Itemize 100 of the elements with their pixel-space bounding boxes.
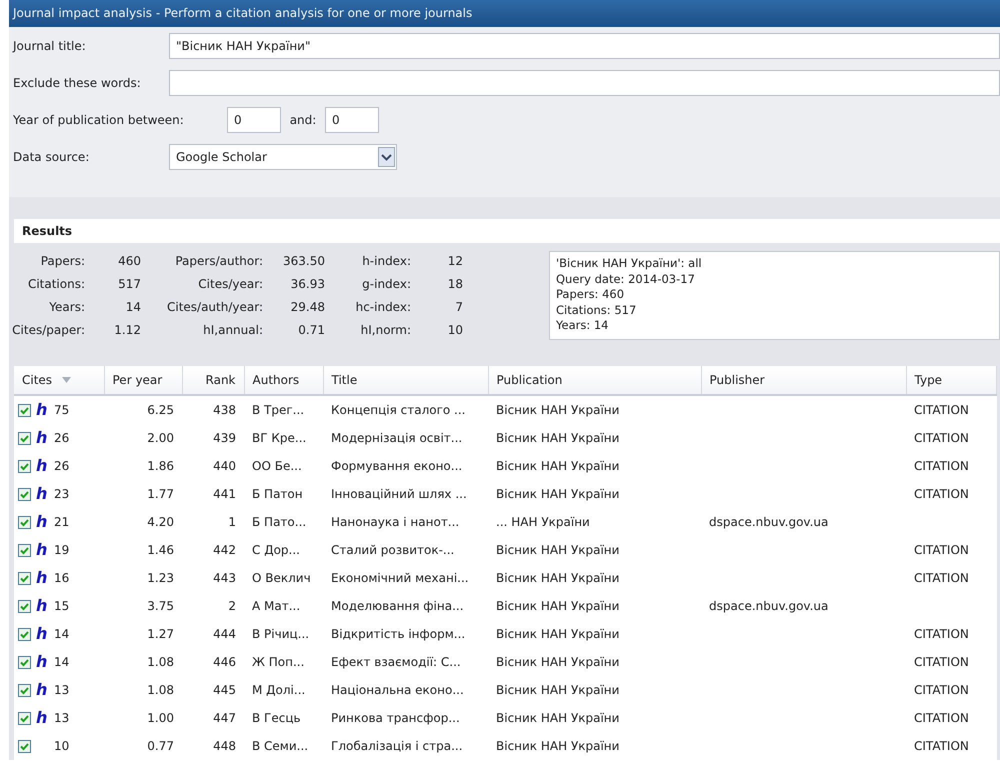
row-checkbox[interactable] — [18, 600, 31, 612]
table-cell: 14 — [54, 655, 70, 669]
exclude-words-field[interactable] — [169, 70, 1000, 96]
table-cell: CITATION — [914, 571, 969, 585]
column-header[interactable]: Cites — [14, 366, 104, 395]
summary-line: Papers: 460 — [556, 287, 626, 302]
table-cell: В Семи... — [252, 739, 308, 753]
h-core-marker: h — [36, 540, 48, 559]
summary-line: 'Вісник НАН України': all — [556, 256, 703, 272]
column-header[interactable]: Publication — [488, 366, 701, 395]
table-cell: ... НАН України — [496, 515, 590, 529]
stat-value: 0.71 — [297, 323, 325, 339]
table-cell: 15 — [54, 599, 70, 613]
year-from-field[interactable]: 0 — [227, 106, 281, 132]
table-cell: Ж Поп... — [252, 655, 304, 669]
row-checkbox[interactable] — [18, 656, 31, 668]
row-checkbox[interactable] — [18, 740, 31, 752]
table-cell: 448 — [213, 739, 236, 753]
table-cell: ВГ Кре... — [252, 431, 306, 445]
row-checkbox[interactable] — [18, 684, 31, 696]
h-core-marker: h — [36, 596, 48, 615]
table-cell: Національна еконо... — [331, 683, 464, 697]
row-checkbox[interactable] — [18, 628, 31, 640]
data-source-dropdown[interactable]: Google Scholar — [169, 144, 397, 170]
column-header[interactable]: Type — [906, 366, 996, 395]
table-cell: С Дор... — [252, 543, 300, 557]
table-cell: ОО Бе... — [252, 459, 302, 473]
table-cell: 2.00 — [147, 431, 174, 445]
table-cell: Б Пато... — [252, 515, 306, 529]
column-header[interactable]: Authors — [244, 366, 323, 395]
table-cell: Ефект взаємодії: С... — [331, 655, 461, 669]
row-checkbox[interactable] — [18, 544, 31, 556]
column-header[interactable]: Per year — [104, 366, 182, 395]
year-to-field[interactable]: 0 — [325, 106, 379, 132]
column-header[interactable]: Title — [323, 366, 488, 395]
field-label: Year of publication between: — [12, 112, 185, 126]
table-cell: Відкритість інформ... — [331, 627, 466, 641]
table-cell: CITATION — [914, 431, 969, 445]
table-cell: 4.20 — [147, 515, 174, 529]
stat-value: 460 — [117, 254, 141, 270]
stat-label: Years: — [48, 300, 85, 316]
stat-label: Papers/author: — [174, 254, 263, 270]
h-core-marker: h — [36, 680, 48, 699]
h-core-marker: h — [36, 568, 48, 587]
table-cell: О Веклич — [252, 571, 311, 585]
table-cell: 26 — [54, 431, 70, 445]
table-cell: CITATION — [914, 655, 969, 669]
stat-value: 1.12 — [113, 323, 141, 339]
table-cell: Глобалізація і стра... — [331, 739, 463, 753]
table-cell: Формування еконо... — [331, 459, 462, 473]
table-cell: Ринкова трансфор... — [331, 711, 460, 725]
row-checkbox[interactable] — [18, 404, 31, 416]
stat-value: 10 — [446, 323, 463, 339]
table-cell: Вісник НАН України — [496, 459, 620, 473]
table-cell: 444 — [213, 627, 236, 641]
table-cell: CITATION — [914, 487, 969, 501]
stat-label: hI,norm: — [360, 323, 411, 339]
table-cell: 1.27 — [147, 627, 174, 641]
h-core-marker: h — [36, 484, 48, 503]
table-cell: 443 — [213, 571, 236, 585]
table-cell: Сталий розвиток-... — [331, 543, 454, 557]
stat-value: 36.93 — [290, 277, 325, 293]
table-cell: Вісник НАН України — [496, 627, 620, 641]
stat-value: 18 — [446, 277, 463, 293]
row-checkbox[interactable] — [18, 712, 31, 724]
row-checkbox[interactable] — [18, 432, 31, 444]
row-checkbox[interactable] — [18, 516, 31, 528]
stat-label: g-index: — [361, 277, 411, 293]
table-cell: Вісник НАН України — [496, 543, 620, 557]
table-cell: CITATION — [914, 627, 969, 641]
stat-label: Cites/year: — [197, 277, 263, 293]
table-cell: Вісник НАН України — [496, 571, 620, 585]
row-checkbox[interactable] — [18, 488, 31, 500]
table-cell: Вісник НАН України — [496, 599, 620, 613]
table-cell: CITATION — [914, 683, 969, 697]
journal-title-field[interactable]: "Вісник НАН України" — [169, 32, 1000, 58]
stat-label: Cites/auth/year: — [166, 300, 263, 316]
stat-label: Citations: — [26, 277, 85, 293]
stat-value: 517 — [117, 277, 141, 293]
table-cell: 1.23 — [147, 571, 174, 585]
h-core-marker: h — [36, 400, 48, 419]
table-cell: CITATION — [914, 543, 969, 557]
table-cell: В Річиц... — [252, 627, 310, 641]
table-cell: Б Патон — [252, 487, 303, 501]
table-cell: CITATION — [914, 403, 969, 417]
table-cell: dspace.nbuv.gov.ua — [709, 599, 828, 613]
field-label: Exclude these words: — [12, 76, 142, 90]
table-cell: М Долі... — [252, 683, 306, 697]
field-label: Data source: — [12, 150, 90, 164]
stat-value: 7 — [454, 300, 463, 316]
window-title: Journal impact analysis - Perform a citation analysis for one or more journals — [9, 0, 1000, 27]
column-header[interactable]: Rank — [182, 366, 244, 395]
table-cell: 438 — [213, 403, 236, 417]
table-cell: Вісник НАН України — [496, 431, 620, 445]
stat-value: 29.48 — [290, 300, 325, 316]
table-cell: Вісник НАН України — [496, 403, 620, 417]
column-header[interactable]: Publisher — [701, 366, 906, 395]
row-checkbox[interactable] — [18, 460, 31, 472]
h-core-marker: h — [36, 624, 48, 643]
row-checkbox[interactable] — [18, 572, 31, 584]
